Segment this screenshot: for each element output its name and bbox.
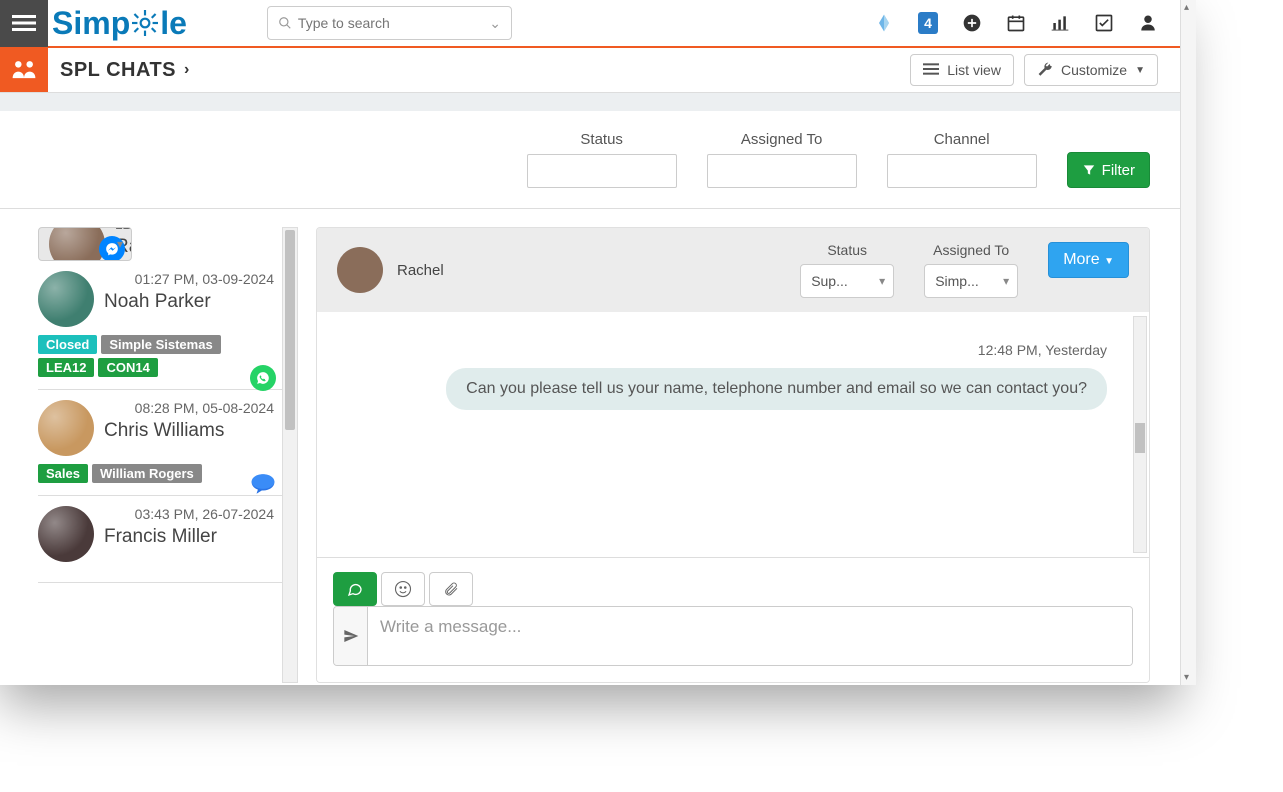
status-select[interactable]: Sup... (800, 264, 894, 298)
assigned-label: Assigned To (933, 242, 1009, 258)
page-header: SPL CHATS › List view Customize ▼ (0, 48, 1180, 93)
avatar (38, 400, 94, 456)
messages-scrollbar[interactable] (1133, 316, 1147, 553)
funnel-icon (1082, 163, 1096, 177)
tag-row: ClosedSimple Sistemas LEA12CON14 (38, 335, 274, 377)
chat-list[interactable]: 12:59 PM, Yesterday Rachel SupportSimple… (38, 227, 282, 683)
detail-contact-name: Rachel (397, 262, 444, 279)
assigned-select[interactable]: Simp... (924, 264, 1018, 298)
filter-channel: Channel (887, 131, 1037, 188)
chevron-down-icon[interactable]: ⌄ (489, 15, 501, 32)
chat-detail: Rachel Status Sup... Assigned To Simp...… (316, 227, 1150, 683)
message-input[interactable] (368, 607, 1132, 665)
whatsapp-icon (250, 365, 276, 391)
tag: Closed (38, 335, 97, 354)
avatar (38, 506, 94, 562)
chat-list-wrap: 12:59 PM, Yesterday Rachel SupportSimple… (38, 227, 298, 683)
window-scrollbar[interactable]: ▴▾ (1180, 0, 1196, 685)
tasks-icon[interactable] (1094, 13, 1114, 33)
message-bubble: Can you please tell us your name, teleph… (446, 368, 1107, 410)
messenger-icon (99, 236, 125, 261)
chevron-right-icon[interactable]: › (184, 61, 190, 79)
module-icon (0, 48, 48, 92)
list-icon (923, 63, 939, 77)
extensions-icon[interactable] (874, 13, 894, 33)
hamburger-menu[interactable] (0, 0, 48, 47)
page-title: SPL CHATS › (60, 59, 190, 82)
chat-name: Francis Miller (104, 526, 274, 548)
avatar (49, 227, 105, 261)
chat-time: 01:27 PM, 03-09-2024 (104, 271, 274, 287)
user-icon[interactable] (1138, 13, 1158, 33)
filter-button[interactable]: Filter (1067, 152, 1150, 188)
chat-card[interactable]: 01:27 PM, 03-09-2024 Noah Parker ClosedS… (38, 261, 282, 390)
reply-tab[interactable] (333, 572, 377, 606)
tag-row: SalesWilliam Rogers (38, 464, 274, 483)
messages-area[interactable]: 12:48 PM, Yesterday Can you please tell … (317, 312, 1149, 557)
wrench-icon (1037, 62, 1053, 78)
filter-assigned: Assigned To (707, 131, 857, 188)
avatar (337, 247, 383, 293)
filter-channel-input[interactable] (887, 154, 1037, 188)
more-button[interactable]: More ▼ (1048, 242, 1129, 278)
logo: Simp le (52, 5, 187, 42)
list-view-button[interactable]: List view (910, 54, 1014, 86)
chat-name: Chris Williams (104, 420, 274, 442)
chat-card[interactable]: 08:28 PM, 05-08-2024 Chris Williams Sale… (38, 390, 282, 496)
tag: Simple Sistemas (101, 335, 220, 354)
detail-header: Rachel Status Sup... Assigned To Simp...… (317, 228, 1149, 312)
search-box[interactable]: ⌄ (267, 6, 512, 40)
tag: William Rogers (92, 464, 202, 483)
send-button[interactable] (334, 607, 368, 665)
scroll-thumb[interactable] (285, 230, 295, 430)
divider (0, 93, 1180, 111)
scrollbar[interactable] (282, 227, 298, 683)
tag: CON14 (98, 358, 157, 377)
chat-time: 03:43 PM, 26-07-2024 (104, 506, 274, 522)
search-input[interactable] (298, 15, 501, 31)
body: 12:59 PM, Yesterday Rachel SupportSimple… (0, 209, 1180, 685)
chat-time: 08:28 PM, 05-08-2024 (104, 400, 274, 416)
filter-status: Status (527, 131, 677, 188)
topbar: Simp le ⌄ 4 (0, 0, 1180, 48)
chart-icon[interactable] (1050, 13, 1070, 33)
search-icon (278, 16, 292, 30)
filter-assigned-input[interactable] (707, 154, 857, 188)
tag: LEA12 (38, 358, 94, 377)
customize-button[interactable]: Customize ▼ (1024, 54, 1158, 86)
message-time: 12:48 PM, Yesterday (335, 342, 1107, 358)
chat-card[interactable]: 03:43 PM, 26-07-2024 Francis Miller (38, 496, 282, 583)
attach-tab[interactable] (429, 572, 473, 606)
tag: Sales (38, 464, 88, 483)
status-label: Status (827, 242, 867, 258)
four-badge-icon[interactable]: 4 (918, 13, 938, 33)
chat-name: Noah Parker (104, 291, 274, 313)
chat-card[interactable]: 12:59 PM, Yesterday Rachel SupportSimple… (38, 227, 132, 261)
logo-gear-icon (132, 10, 158, 36)
imessage-icon (250, 471, 276, 497)
top-icons: 4 (874, 13, 1180, 33)
plus-circle-icon[interactable] (962, 13, 982, 33)
emoji-tab[interactable] (381, 572, 425, 606)
filter-status-input[interactable] (527, 154, 677, 188)
calendar-icon[interactable] (1006, 13, 1026, 33)
avatar (38, 271, 94, 327)
filter-bar: Status Assigned To Channel Filter (0, 111, 1180, 209)
chat-time: 12:59 PM, Yesterday (115, 227, 132, 232)
compose-area (317, 557, 1149, 682)
